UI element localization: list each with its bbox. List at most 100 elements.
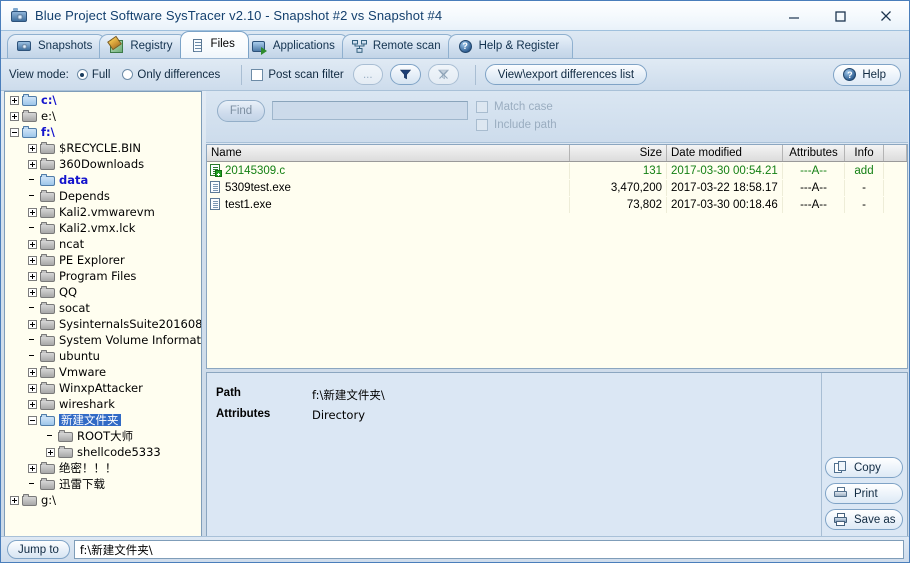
table-row[interactable]: 20145309.c 131 2017-03-30 00:54.21 ---A-- ad… bbox=[207, 162, 907, 179]
filter-options-button[interactable]: ... bbox=[352, 64, 383, 85]
tree-node[interactable]: WinxpAttacker bbox=[5, 380, 201, 396]
checkbox-match-case[interactable]: Match case bbox=[476, 101, 553, 113]
tree-node[interactable]: wireshark bbox=[5, 396, 201, 412]
tree-node[interactable]: data bbox=[5, 172, 201, 188]
tree-node[interactable]: PE Explorer bbox=[5, 252, 201, 268]
tree-node[interactable]: shellcode5333 bbox=[5, 444, 201, 460]
collapse-icon[interactable] bbox=[28, 415, 37, 425]
column-header-attributes[interactable]: Attributes bbox=[783, 145, 845, 161]
radio-only-differences[interactable]: Only differences bbox=[122, 69, 220, 81]
tree-node-label: QQ bbox=[59, 285, 78, 299]
tree-node[interactable]: 迅雷下载 bbox=[5, 476, 201, 492]
tree-leaf-spacer bbox=[28, 336, 37, 345]
jump-to-path-input[interactable]: f:\新建文件夹\ bbox=[73, 540, 904, 559]
button-label: Copy bbox=[854, 461, 881, 474]
tab-files[interactable]: Files bbox=[179, 31, 249, 58]
collapse-icon[interactable] bbox=[10, 127, 19, 137]
apply-filter-button[interactable] bbox=[389, 64, 421, 85]
expand-icon[interactable] bbox=[28, 287, 37, 297]
table-row[interactable]: 5309test.exe 3,470,200 2017-03-22 18:58.17… bbox=[207, 179, 907, 196]
expand-icon[interactable] bbox=[10, 495, 19, 505]
expand-icon[interactable] bbox=[28, 143, 37, 153]
column-header-info[interactable]: Info bbox=[845, 145, 884, 161]
tree-node[interactable]: e:\ bbox=[5, 108, 201, 124]
copy-button[interactable]: Copy bbox=[825, 457, 903, 478]
find-input[interactable] bbox=[272, 101, 468, 120]
tree-node[interactable]: Depends bbox=[5, 188, 201, 204]
tree-node[interactable]: Vmware bbox=[5, 364, 201, 380]
tree-node-label: Vmware bbox=[59, 365, 107, 379]
checkbox-label: Post scan filter bbox=[268, 68, 344, 81]
tree-node-label: ubuntu bbox=[59, 349, 100, 363]
tab-registry[interactable]: Registry bbox=[99, 34, 187, 58]
save-as-button[interactable]: Save as bbox=[825, 509, 903, 530]
toolbar-divider bbox=[474, 64, 476, 85]
minimize-button[interactable] bbox=[771, 1, 817, 30]
tree-node-label: 绝密！！！ bbox=[59, 461, 117, 475]
expand-icon[interactable] bbox=[10, 111, 19, 121]
checkbox-post-scan-filter[interactable]: Post scan filter bbox=[251, 68, 344, 81]
expand-icon[interactable] bbox=[28, 159, 37, 169]
tree-node[interactable]: ROOT大师 bbox=[5, 428, 201, 444]
folder-icon bbox=[40, 286, 55, 298]
clear-filter-button[interactable] bbox=[427, 64, 459, 85]
folder-icon bbox=[40, 302, 55, 314]
tree-node[interactable]: Kali2.vmx.lck bbox=[5, 220, 201, 236]
tree-node[interactable]: Kali2.vmwarevm bbox=[5, 204, 201, 220]
tree-node[interactable]: $RECYCLE.BIN bbox=[5, 140, 201, 156]
tree-node[interactable]: ubuntu bbox=[5, 348, 201, 364]
maximize-button[interactable] bbox=[817, 1, 863, 30]
folder-icon bbox=[40, 190, 55, 202]
tree-node[interactable]: g:\ bbox=[5, 492, 201, 508]
tab-snapshots[interactable]: Snapshots bbox=[7, 34, 107, 58]
help-button[interactable]: Help bbox=[833, 63, 901, 86]
tree-node[interactable]: ncat bbox=[5, 236, 201, 252]
column-header-name[interactable]: Name bbox=[207, 145, 570, 161]
expand-icon[interactable] bbox=[28, 271, 37, 281]
copy-icon bbox=[834, 461, 848, 474]
folder-tree[interactable]: c:\ e:\ f:\ $RECYCLE.BIN 360Downloads data Dep… bbox=[4, 91, 202, 537]
tree-node[interactable]: 新建文件夹 bbox=[5, 412, 201, 428]
close-button[interactable] bbox=[863, 1, 909, 30]
tree-node[interactable]: SysinternalsSuite201608 bbox=[5, 316, 201, 332]
column-header-size[interactable]: Size bbox=[570, 145, 667, 161]
tree-node[interactable]: Program Files bbox=[5, 268, 201, 284]
expand-icon[interactable] bbox=[46, 447, 55, 457]
tree-leaf-spacer bbox=[46, 432, 55, 441]
tree-node[interactable]: f:\ bbox=[5, 124, 201, 140]
jump-to-button[interactable]: Jump to bbox=[7, 540, 70, 559]
cell-date-modified: 2017-03-22 18:58.17 bbox=[667, 179, 783, 196]
expand-icon[interactable] bbox=[28, 463, 37, 473]
print-button[interactable]: Print bbox=[825, 483, 903, 504]
table-row[interactable]: test1.exe 73,802 2017-03-30 00:18.46 ---A--… bbox=[207, 196, 907, 213]
find-bar: Find Match case Include path bbox=[206, 91, 908, 143]
expand-icon[interactable] bbox=[28, 383, 37, 393]
expand-icon[interactable] bbox=[28, 367, 37, 377]
find-button[interactable]: Find bbox=[217, 100, 265, 122]
expand-icon[interactable] bbox=[28, 399, 37, 409]
tree-node[interactable]: 绝密！！！ bbox=[5, 460, 201, 476]
tree-node-label: f:\ bbox=[41, 125, 55, 139]
view-export-differences-button[interactable]: View\export differences list bbox=[484, 64, 648, 85]
expand-icon[interactable] bbox=[10, 95, 19, 105]
tree-node-label: PE Explorer bbox=[59, 253, 125, 267]
tab-applications[interactable]: Applications bbox=[241, 34, 349, 58]
checkbox-include-path[interactable]: Include path bbox=[476, 119, 557, 131]
expand-icon[interactable] bbox=[28, 239, 37, 249]
expand-icon[interactable] bbox=[28, 207, 37, 217]
tab-remote-scan[interactable]: Remote scan bbox=[341, 34, 455, 58]
cell-name: test1.exe bbox=[207, 196, 570, 213]
radio-full[interactable]: Full bbox=[76, 69, 110, 81]
tree-node[interactable]: socat bbox=[5, 300, 201, 316]
tree-node[interactable]: 360Downloads bbox=[5, 156, 201, 172]
tree-node[interactable]: c:\ bbox=[5, 92, 201, 108]
file-list[interactable]: Name Size Date modified Attributes Info … bbox=[206, 144, 908, 369]
folder-icon bbox=[58, 446, 73, 458]
tree-node[interactable]: System Volume Information bbox=[5, 332, 201, 348]
document-icon bbox=[190, 38, 205, 53]
expand-icon[interactable] bbox=[28, 319, 37, 329]
expand-icon[interactable] bbox=[28, 255, 37, 265]
tab-help-register[interactable]: Help & Register bbox=[447, 34, 574, 58]
tree-node[interactable]: QQ bbox=[5, 284, 201, 300]
column-header-date[interactable]: Date modified bbox=[667, 145, 783, 161]
